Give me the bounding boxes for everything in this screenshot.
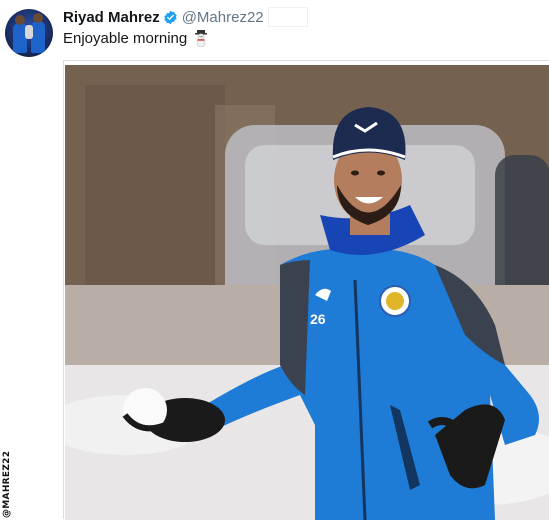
tweet-text-row: Enjoyable morning — [63, 29, 210, 48]
shirt-number: 26 — [310, 311, 326, 327]
snowman-icon — [192, 29, 210, 48]
tweet-header: Riyad Mahrez @Mahrez22 — [63, 7, 308, 27]
tweet-photo[interactable]: 26 — [65, 65, 549, 520]
redacted-area — [267, 7, 308, 27]
verified-badge-icon — [163, 10, 178, 25]
avatar[interactable] — [5, 9, 53, 57]
tweet-card[interactable]: Riyad Mahrez @Mahrez22 Enjoyable morning — [0, 0, 549, 520]
photo-credit: @MAHREZ22 — [2, 450, 12, 518]
photo-illustration: 26 — [65, 65, 549, 520]
tweet-media[interactable]: 26 — [63, 60, 549, 520]
author-handle[interactable]: @Mahrez22 — [182, 9, 264, 26]
tweet-text: Enjoyable morning — [63, 29, 188, 47]
author-name[interactable]: Riyad Mahrez — [63, 9, 160, 26]
